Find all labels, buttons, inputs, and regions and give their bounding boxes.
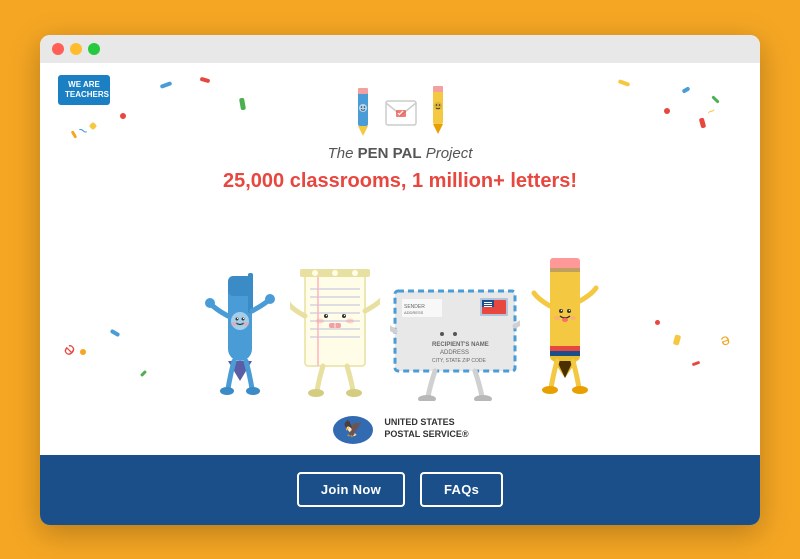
envelope-character: SENDER ADDRESS RECIPIENT'S NAME ADDRES: [390, 271, 520, 401]
envelope-logo-icon: [385, 100, 417, 126]
pen-pal-project-title: The PEN PAL Project: [328, 145, 473, 162]
we-are-teachers-badge: WE ARE TEACHERS: [58, 75, 110, 106]
svg-text:CITY, STATE ZIP CODE: CITY, STATE ZIP CODE: [432, 358, 486, 364]
notepad-character: [290, 261, 380, 401]
logo-icons: [349, 86, 451, 141]
minimize-dot[interactable]: [70, 43, 82, 55]
close-dot[interactable]: [52, 43, 64, 55]
maximize-dot[interactable]: [88, 43, 100, 55]
usps-section: 🦅 UNITED STATES POSTAL SERVICE®: [331, 406, 468, 455]
svg-text:ADDRESS: ADDRESS: [404, 310, 424, 315]
svg-text:🦅: 🦅: [343, 419, 363, 438]
browser-content: ~ ~ ə ə WE ARE TEACHERS: [40, 63, 760, 525]
yellow-pencil-character: [530, 256, 600, 401]
pencil-character-logo: [349, 86, 377, 141]
tagline: 25,000 classrooms, 1 million+ letters!: [223, 170, 577, 193]
blue-pen-character: [200, 261, 280, 401]
usps-eagle-logo: 🦅: [331, 412, 376, 447]
browser-chrome: [40, 35, 760, 63]
pencil-figure-logo: [425, 86, 451, 141]
browser-window: ~ ~ ə ə WE ARE TEACHERS: [40, 35, 760, 525]
characters-row: SENDER ADDRESS RECIPIENT'S NAME ADDRES: [60, 199, 740, 406]
join-now-button[interactable]: Join Now: [297, 472, 405, 507]
logo-section: The PEN PAL Project: [328, 86, 473, 162]
usps-text: UNITED STATES POSTAL SERVICE®: [384, 417, 468, 440]
main-area: ~ ~ ə ə WE ARE TEACHERS: [40, 63, 760, 455]
faqs-button[interactable]: FAQs: [420, 472, 503, 507]
bottom-bar: Join Now FAQs: [40, 455, 760, 525]
svg-text:ADDRESS: ADDRESS: [440, 350, 469, 356]
svg-text:RECIPIENT'S NAME: RECIPIENT'S NAME: [432, 342, 489, 348]
